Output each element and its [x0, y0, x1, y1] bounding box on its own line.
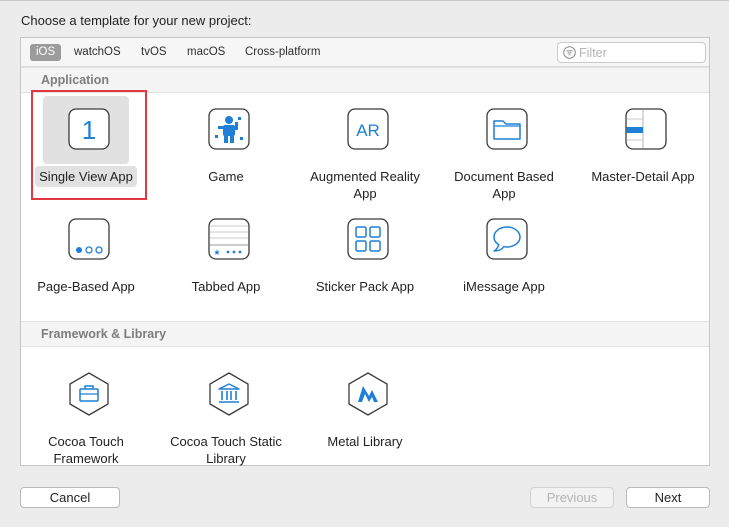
template-icon-background: [183, 361, 269, 429]
page-based-icon: [68, 218, 110, 260]
previous-button[interactable]: Previous: [530, 487, 614, 508]
template-icon-background: [461, 206, 547, 274]
template-label: iMessage App: [463, 279, 545, 294]
template-label: Page-Based App: [37, 279, 135, 294]
master-detail-icon: [625, 108, 667, 150]
template-master-detail-app[interactable]: Master-Detail App: [578, 96, 708, 196]
template-label: Metal Library: [327, 434, 403, 449]
template-icon-background: [322, 361, 408, 429]
template-label: Game: [208, 169, 244, 184]
library-building-icon: [209, 372, 249, 416]
template-imessage-app[interactable]: iMessage App: [439, 206, 569, 306]
tab-macos[interactable]: macOS: [181, 44, 231, 61]
template-label: Master-Detail App: [591, 169, 695, 184]
template-label: Augmented Reality App: [310, 169, 420, 201]
template-sticker-pack-app[interactable]: Sticker Pack App: [300, 206, 430, 306]
template-icon-background: [183, 96, 269, 164]
template-icon-background: AR: [322, 96, 408, 164]
tabbed-icon: ★: [208, 218, 250, 260]
template-icon-background: ★: [183, 206, 269, 274]
filter-field[interactable]: [557, 42, 706, 63]
svg-text:★: ★: [213, 248, 220, 257]
toolbox-icon: [69, 372, 109, 416]
template-icon-background: [322, 206, 408, 274]
template-augmented-reality-app[interactable]: AR Augmented Reality App: [300, 96, 430, 201]
sticker-pack-icon: [347, 218, 389, 260]
next-button[interactable]: Next: [626, 487, 710, 508]
dialog-heading: Choose a template for your new project:: [21, 13, 252, 28]
ar-icon: AR: [347, 108, 389, 150]
folder-icon: [486, 108, 528, 150]
game-icon: [208, 108, 250, 150]
template-label: Document Based App: [454, 169, 554, 201]
template-icon-background: [43, 361, 129, 429]
message-bubble-icon: [486, 218, 528, 260]
template-page-based-app[interactable]: Page-Based App: [21, 206, 151, 306]
selection-highlight: [31, 90, 147, 200]
platform-tab-bar: iOS watchOS tvOS macOS Cross-platform: [21, 38, 709, 67]
tab-ios[interactable]: iOS: [30, 44, 62, 61]
template-label: Cocoa Touch Framework: [48, 434, 124, 466]
filter-icon: [563, 46, 576, 59]
tab-tvos[interactable]: tvOS: [135, 44, 173, 61]
filter-input[interactable]: [579, 44, 701, 61]
template-label: Cocoa Touch Static Library: [170, 434, 282, 466]
template-document-based-app[interactable]: Document Based App: [439, 96, 569, 201]
template-icon-background: [461, 96, 547, 164]
section-header-framework-library: Framework & Library: [21, 321, 709, 347]
svg-text:AR: AR: [356, 121, 380, 140]
template-label: Sticker Pack App: [315, 279, 415, 294]
template-icon-background: [43, 206, 129, 274]
metal-icon: [348, 372, 388, 416]
template-label: Tabbed App: [191, 279, 261, 294]
template-icon-background: [600, 96, 686, 164]
template-cocoa-touch-static-library[interactable]: Cocoa Touch Static Library: [161, 361, 291, 466]
tab-cross-platform[interactable]: Cross-platform: [239, 44, 326, 61]
tab-watchos[interactable]: watchOS: [68, 44, 127, 61]
template-cocoa-touch-framework[interactable]: Cocoa Touch Framework: [21, 361, 151, 466]
window-top-border: [0, 0, 729, 1]
template-tabbed-app[interactable]: ★ Tabbed App: [161, 206, 291, 306]
template-game[interactable]: Game: [161, 96, 291, 196]
cancel-button[interactable]: Cancel: [20, 487, 120, 508]
template-metal-library[interactable]: Metal Library: [300, 361, 430, 461]
